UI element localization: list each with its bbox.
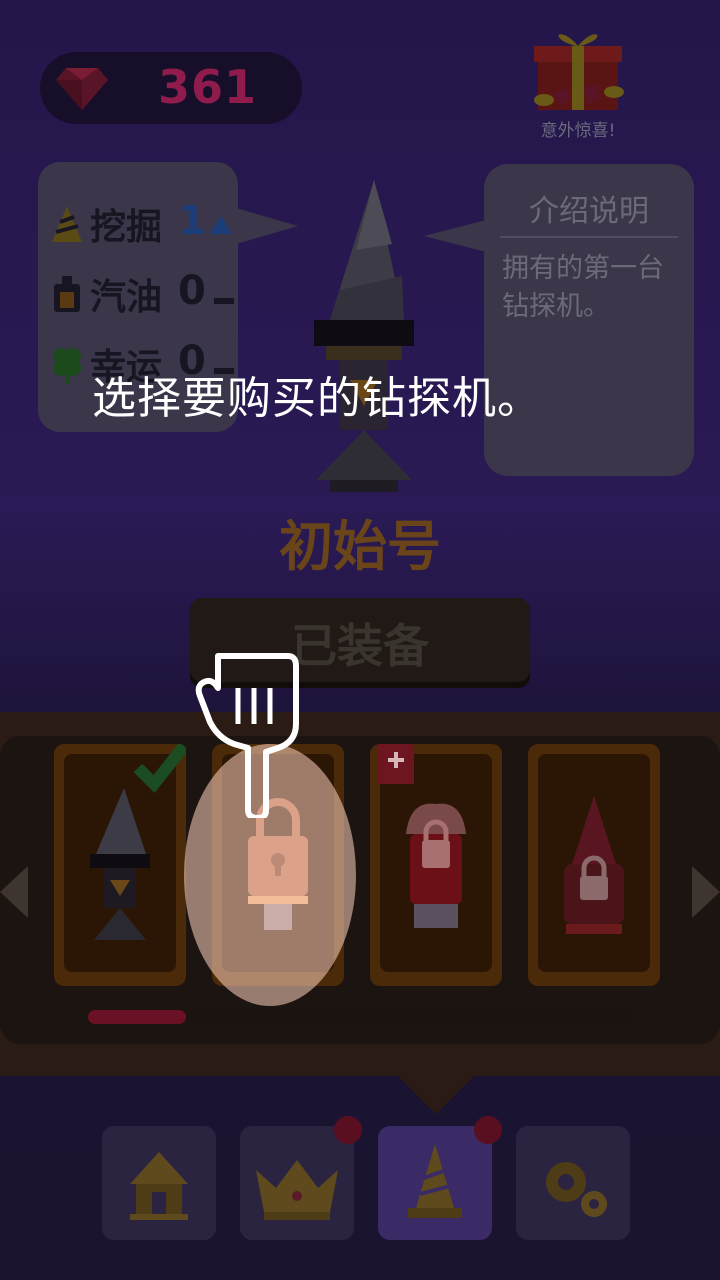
intro-bubble-tail	[424, 220, 486, 252]
drill-icon	[52, 206, 82, 242]
divider	[500, 236, 678, 238]
stat-value: 0	[178, 268, 206, 314]
drill-name: 初始号	[279, 515, 441, 578]
drill-card-locked-2[interactable]	[370, 744, 502, 986]
pointing-hand-icon	[195, 653, 299, 818]
intro-title: 介绍说明	[529, 194, 649, 229]
checkmark-icon	[133, 744, 186, 794]
intro-panel: 介绍说明 拥有的第一台钻探机。	[484, 164, 694, 476]
nav-crown-button[interactable]	[240, 1126, 354, 1240]
nav-pointer	[396, 1074, 476, 1114]
drill-card-locked-3[interactable]	[528, 744, 660, 986]
scroll-right-icon[interactable]	[692, 866, 720, 918]
stat-label: 汽油	[90, 277, 163, 318]
stats-bubble-tail	[236, 208, 298, 244]
crown-icon	[256, 1160, 338, 1220]
gift-icon[interactable]	[530, 24, 626, 114]
claw-drill-icon	[378, 744, 466, 928]
nav-home-button[interactable]	[102, 1126, 216, 1240]
gem-counter: 361	[40, 52, 302, 124]
notification-badge	[334, 1116, 362, 1144]
stat-value: 1	[178, 198, 206, 244]
drill-icon	[408, 1144, 462, 1218]
nav-drill-button[interactable]	[378, 1126, 492, 1240]
gem-icon	[56, 68, 108, 110]
nav-settings-button[interactable]	[516, 1126, 630, 1240]
stat-label: 挖掘	[90, 207, 163, 248]
shelf-scrollbar-thumb[interactable]	[88, 1010, 186, 1024]
scroll-left-icon[interactable]	[0, 866, 28, 918]
intro-text: 拥有的第一台钻探机。	[502, 253, 664, 322]
dash-icon	[214, 298, 234, 304]
gift-label: 意外惊喜!	[540, 121, 616, 141]
home-icon	[130, 1152, 188, 1220]
rocket-drill-icon	[564, 796, 624, 934]
notification-badge	[474, 1116, 502, 1144]
tutorial-tip: 选择要购买的钻探机。	[92, 373, 542, 424]
fuel-can-icon	[54, 276, 80, 312]
stat-row-fuel: 汽油 0	[50, 268, 236, 324]
game-screen: 361 意外惊喜! 挖掘 1 汽油 0 幸运 0 介绍说明 拥有的第一台钻探机。…	[0, 0, 720, 1280]
drill-card-equipped[interactable]	[54, 744, 186, 986]
gear-icon	[546, 1162, 607, 1217]
gem-count: 361	[158, 60, 258, 114]
drill-preview-icon	[314, 180, 414, 492]
up-arrow-icon	[210, 216, 232, 234]
stat-row-dig: 挖掘 1	[50, 198, 236, 254]
shelf-scrollbar[interactable]	[88, 1010, 632, 1024]
